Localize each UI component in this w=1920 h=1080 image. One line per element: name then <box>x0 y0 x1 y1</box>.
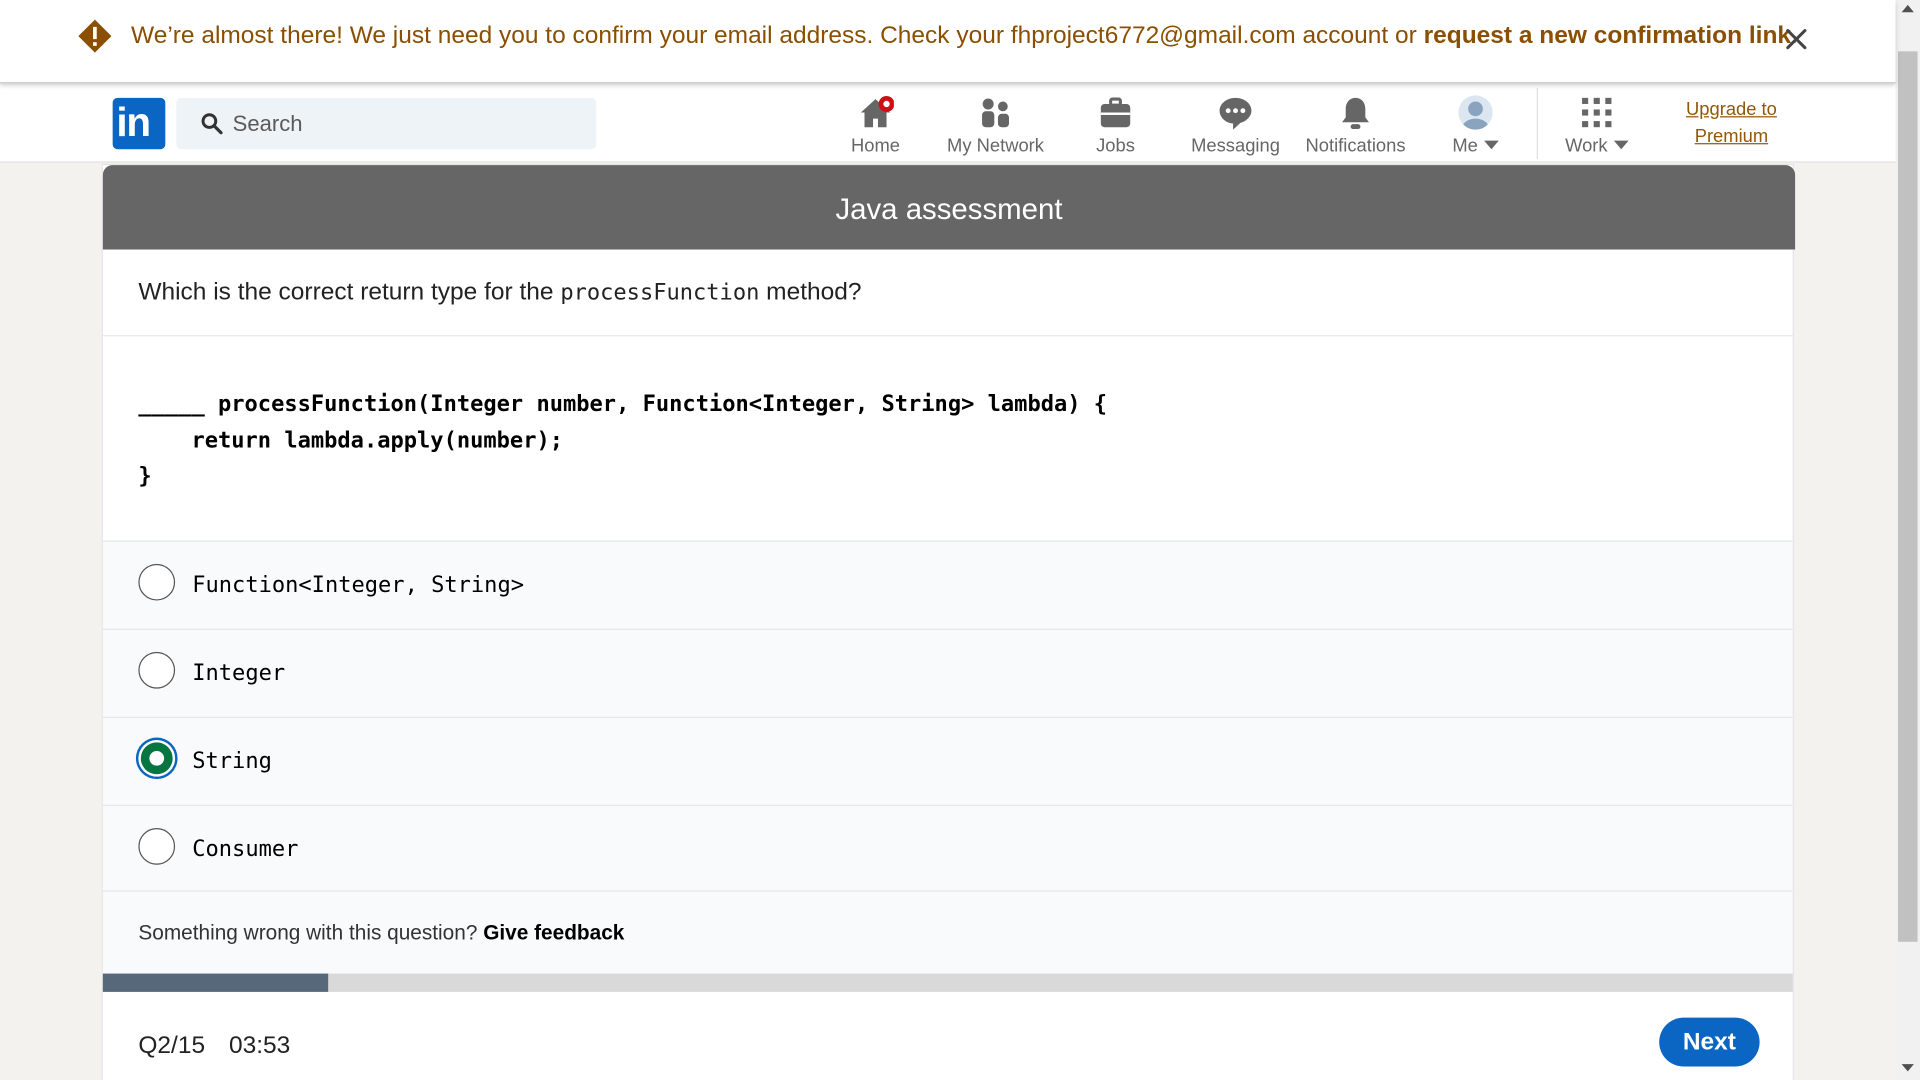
answer-option-label: String <box>192 748 272 775</box>
email-confirmation-banner: We’re almost there! We just need you to … <box>0 0 1896 84</box>
chevron-down-icon <box>1483 140 1499 150</box>
answer-option-label: Integer <box>192 660 286 687</box>
nav-work[interactable]: Work <box>1558 91 1636 162</box>
question-divider <box>102 335 1793 337</box>
bell-icon <box>1342 97 1369 130</box>
search-input[interactable] <box>232 97 588 150</box>
question-prefix: Which is the correct return type for the <box>138 278 561 306</box>
chevron-down-icon <box>1613 140 1629 150</box>
answer-options: Function<Integer, String> Integer String… <box>102 540 1793 893</box>
nav-me[interactable]: Me <box>1439 91 1512 162</box>
close-icon[interactable] <box>1783 26 1810 53</box>
answer-option-label: Consumer <box>192 836 299 863</box>
radio-button[interactable] <box>138 563 176 601</box>
warning-icon <box>78 19 112 53</box>
home-icon <box>860 96 894 128</box>
nav-notifications[interactable]: Notifications <box>1300 91 1410 162</box>
radio-button[interactable] <box>138 651 176 689</box>
code-snippet: _____ processFunction(Integer number, Fu… <box>138 391 1108 490</box>
nav-home-label: Home <box>851 135 901 157</box>
banner-message-text: We’re almost there! We just need you to … <box>131 22 1424 49</box>
progress-bar <box>102 973 1793 992</box>
nav-work-text: Work <box>1565 135 1608 157</box>
search-icon <box>201 113 223 135</box>
logo-text: in <box>116 99 151 145</box>
banner-message: We’re almost there! We just need you to … <box>131 22 1798 50</box>
search-box[interactable] <box>176 97 597 150</box>
scrollbar[interactable] <box>1895 0 1920 1080</box>
answer-option[interactable]: Consumer <box>102 804 1793 893</box>
nav-notifications-label: Notifications <box>1305 135 1406 157</box>
request-confirmation-link[interactable]: request a new confirmation link <box>1424 22 1791 49</box>
next-button[interactable]: Next <box>1659 1017 1760 1067</box>
feedback-row: Something wrong with this question? Give… <box>102 890 1793 974</box>
question-text: Which is the correct return type for the… <box>138 279 861 307</box>
assessment-header: Java assessment <box>102 165 1796 250</box>
briefcase-icon <box>1100 97 1131 128</box>
answer-option-label: Function<Integer, String> <box>192 572 525 599</box>
nav-messaging[interactable]: Messaging <box>1187 91 1285 162</box>
assessment-footer: Q2/15 03:53 Next <box>102 991 1793 1080</box>
nav-me-label: Me <box>1439 136 1512 157</box>
nav-divider <box>1536 88 1538 160</box>
question-code: processFunction <box>560 280 760 306</box>
scroll-thumb[interactable] <box>1897 51 1918 942</box>
nav-my-network-label: My Network <box>947 135 1045 157</box>
grid-icon <box>1582 97 1612 128</box>
nav-home[interactable]: Home <box>845 91 906 162</box>
answer-option[interactable]: Function<Integer, String> <box>102 540 1793 629</box>
nav-jobs-label: Jobs <box>1096 135 1135 157</box>
nav-work-label: Work <box>1558 136 1636 157</box>
answer-option[interactable]: Integer <box>102 628 1793 717</box>
feedback-text: Something wrong with this question? Give… <box>138 921 624 945</box>
question-counter: Q2/15 <box>138 1032 206 1060</box>
nav-jobs[interactable]: Jobs <box>1085 91 1146 162</box>
network-icon <box>982 98 1009 128</box>
scroll-up-arrow-icon[interactable] <box>1901 4 1914 13</box>
scroll-down-arrow-icon[interactable] <box>1901 1064 1914 1072</box>
nav-me-text: Me <box>1452 135 1478 157</box>
question-suffix: method? <box>759 278 862 306</box>
radio-button-selected[interactable] <box>138 739 176 777</box>
assessment-title: Java assessment <box>835 193 1063 227</box>
nav-my-network[interactable]: My Network <box>940 91 1050 162</box>
assessment-card: Java assessment Which is the correct ret… <box>101 163 1796 1080</box>
avatar-icon <box>1458 95 1493 130</box>
progress-fill <box>102 973 329 992</box>
global-nav: in Home My Network <box>0 84 1896 163</box>
give-feedback-link[interactable]: Give feedback <box>483 921 624 944</box>
radio-button[interactable] <box>138 828 176 865</box>
answer-option-selected[interactable]: String <box>102 716 1793 805</box>
page-container: We’re almost there! We just need you to … <box>0 0 1920 1080</box>
feedback-prompt: Something wrong with this question? <box>138 920 484 945</box>
linkedin-logo[interactable]: in <box>112 97 166 150</box>
upgrade-premium-link[interactable]: Upgrade to Premium <box>1673 97 1791 151</box>
chat-icon <box>1219 97 1252 130</box>
nav-messaging-label: Messaging <box>1191 135 1280 157</box>
timer: 03:53 <box>228 1032 291 1060</box>
